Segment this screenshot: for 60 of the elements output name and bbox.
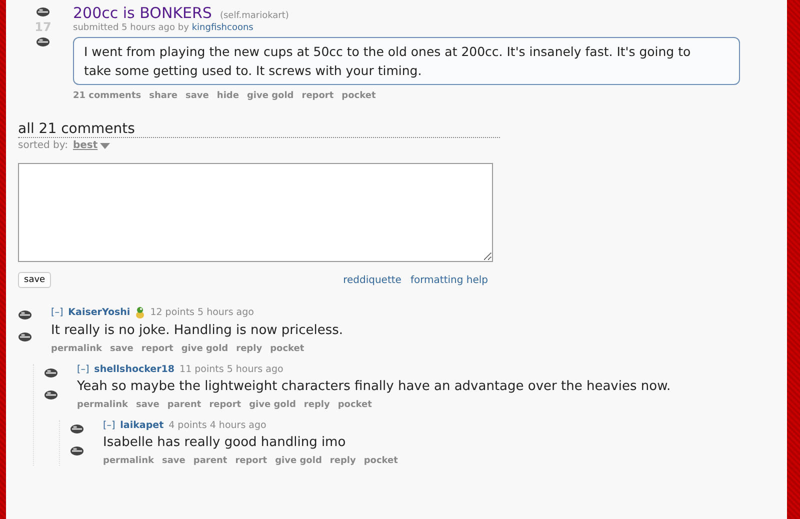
comment-meta: 4 points 4 hours ago [168,420,266,431]
shell-icon[interactable] [44,390,58,400]
comment-meta: 12 points 5 hours ago [150,307,254,318]
help-link[interactable]: formatting help [410,274,488,286]
comments-title: all 21 comments [18,121,500,138]
action-link[interactable]: reply [236,344,262,354]
action-link[interactable]: save [110,344,134,354]
action-link[interactable]: give gold [181,344,228,354]
comment-author[interactable]: shellshocker18 [94,364,175,375]
comment-text: Yeah so maybe the lightweight characters finally have an advantage over the heavies now. [77,379,671,394]
shell-icon[interactable] [36,37,50,47]
post-domain[interactable]: (self.mariokart) [220,11,289,21]
sort-dropdown[interactable]: best [72,140,110,151]
comment-text: Isabelle has really good handling imo [103,435,347,450]
action-link[interactable]: pocket [338,400,372,410]
action-link[interactable]: permalink [51,344,102,354]
collapse-toggle[interactable]: [–] [51,307,64,318]
action-link[interactable]: give gold [275,456,322,466]
action-link[interactable]: hide [216,91,239,101]
action-link[interactable]: save [136,400,160,410]
comment-meta: 11 points 5 hours ago [180,364,284,375]
action-link[interactable]: parent [167,400,202,410]
action-link[interactable]: reply [330,456,356,466]
action-link[interactable]: report [141,344,174,354]
action-link[interactable]: pocket [342,91,376,101]
help-link[interactable]: reddiquette [343,274,402,286]
action-link[interactable]: report [235,456,268,466]
action-link[interactable]: report [209,400,242,410]
action-link[interactable]: parent [193,456,228,466]
action-link[interactable]: give gold [249,400,296,410]
action-link[interactable]: give gold [246,91,294,101]
comment-input[interactable] [18,163,493,262]
comment-text: It really is no joke. Handling is now priceless. [51,323,344,338]
comment-author[interactable]: laikapet [120,420,164,431]
post-author[interactable]: kingfishcoons [192,23,254,33]
action-link[interactable]: reply [304,400,330,410]
action-link[interactable]: save [186,91,209,101]
shell-icon[interactable] [70,424,84,434]
shell-icon[interactable] [44,368,58,378]
post-body: I went from playing the new cups at 50cc to the old ones at 200cc. It's insanely fast. It's going to take some getting used to. It screws with your timing. [73,37,740,85]
action-link[interactable]: pocket [270,344,304,354]
post-title[interactable]: 200cc is BONKERS [73,4,212,22]
action-link[interactable]: report [302,91,334,101]
shell-icon[interactable] [70,446,84,456]
shell-icon[interactable] [18,310,32,320]
caret-icon [100,142,110,148]
sort-label: sorted by: [18,140,68,151]
action-link[interactable]: save [162,456,186,466]
tagline: submitted 5 hours ago by [73,23,189,33]
action-link[interactable]: permalink [77,400,128,410]
action-link[interactable]: 21 comments [73,91,142,101]
action-link[interactable]: pocket [364,456,398,466]
comment-author[interactable]: KaiserYoshi [68,307,130,318]
action-link[interactable]: permalink [103,456,154,466]
action-link[interactable]: share [149,91,178,101]
collapse-toggle[interactable]: [–] [77,364,90,375]
collapse-toggle[interactable]: [–] [103,420,116,431]
shell-icon[interactable] [36,7,50,17]
shell-icon[interactable] [18,332,32,342]
save-button[interactable]: save [18,272,52,288]
